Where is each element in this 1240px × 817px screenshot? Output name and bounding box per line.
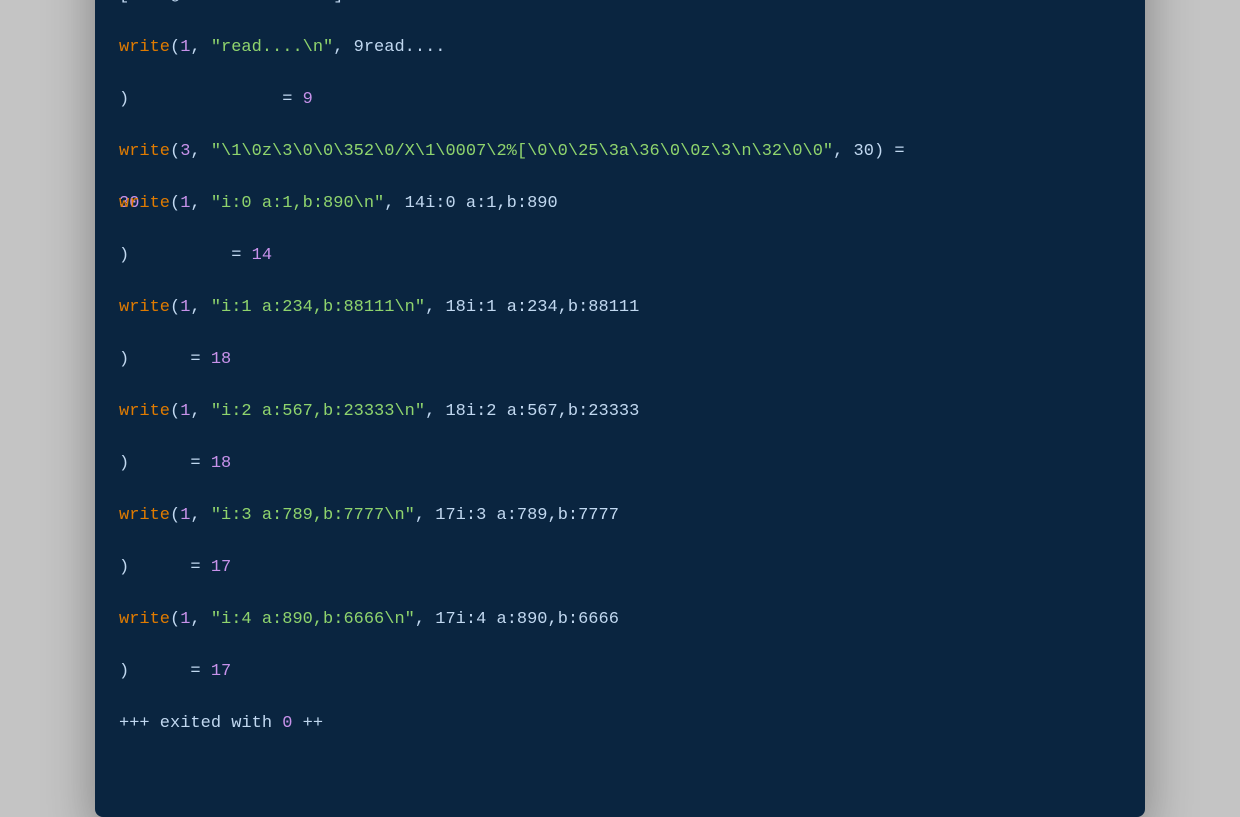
shell-command: strace -e trace=write ./a.out	[364, 0, 670, 5]
exit-line: +++ exited with 0 ++	[119, 711, 1121, 737]
output-line: write(1, "i:2 a:567,b:23333\n", 18i:2 a:…	[119, 399, 1121, 425]
output-line: write(1, "read....\n", 9read....	[119, 35, 1121, 61]
prompt-hash: #	[343, 0, 363, 5]
output-line: write(3, "\1\0z\3\0\0\352\0/X\1\0007\2%[…	[119, 139, 1121, 165]
output-line: ) = 14	[119, 243, 1121, 269]
syscall-name: write	[119, 38, 170, 57]
terminal-output: [root@localhost testn]# strace -e trace=…	[119, 0, 1121, 789]
terminal-window: [root@localhost testn]# strace -e trace=…	[95, 0, 1145, 817]
prompt-line: [root@localhost testn]# strace -e trace=…	[119, 0, 1121, 9]
output-line-overlapped: 30write(1, "i:0 a:1,b:890\n", 14i:0 a:1,…	[119, 191, 1121, 217]
shell-prompt: [root@localhost testn]	[119, 0, 343, 5]
output-line: ) = 17	[119, 555, 1121, 581]
output-line: ) = 17	[119, 659, 1121, 685]
output-line: ) = 18	[119, 451, 1121, 477]
output-line: write(1, "i:1 a:234,b:88111\n", 18i:1 a:…	[119, 295, 1121, 321]
output-line: write(1, "i:4 a:890,b:6666\n", 17i:4 a:8…	[119, 607, 1121, 633]
output-line: ) = 18	[119, 347, 1121, 373]
output-line: write(1, "i:3 a:789,b:7777\n", 17i:3 a:7…	[119, 503, 1121, 529]
output-line: ) = 9	[119, 87, 1121, 113]
